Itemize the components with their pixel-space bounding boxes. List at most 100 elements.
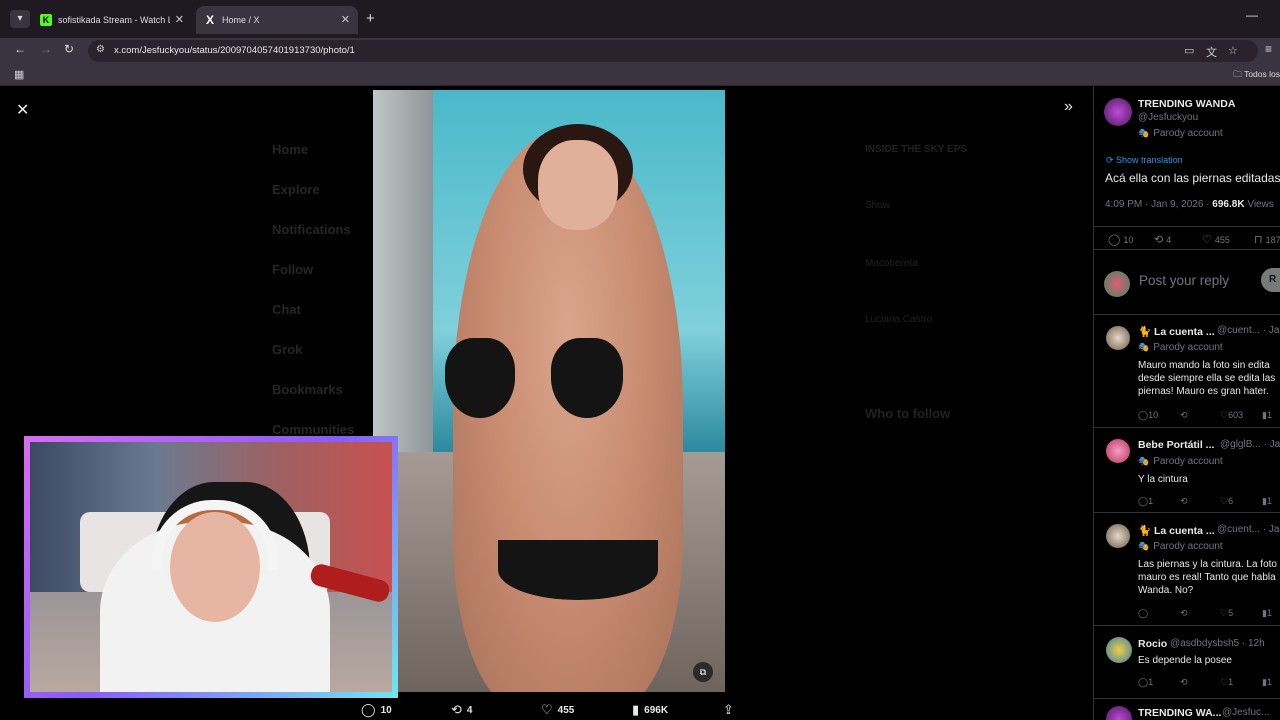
reply-repost-button[interactable]: ⟲	[1180, 608, 1188, 619]
reply-reply-button[interactable]: ◯	[1138, 608, 1148, 619]
like-count: 1	[1228, 677, 1234, 687]
like-stat[interactable]: ♡ 455	[1202, 233, 1230, 246]
close-icon[interactable]: ✕	[341, 13, 350, 26]
avatar[interactable]	[1106, 326, 1130, 350]
share-button[interactable]: ⇪	[723, 702, 739, 718]
photo-detail	[445, 338, 515, 418]
reply-like-button[interactable]: ♡ 5	[1220, 608, 1233, 619]
tab-search-icon[interactable]: ≡	[1265, 42, 1272, 56]
bg-sidebar-header: INSIDE THE SKY EPS	[865, 144, 968, 155]
reply-author-handle[interactable]: @glglB... · Ja	[1220, 439, 1280, 450]
star-icon[interactable]: ☆	[1228, 44, 1238, 57]
avatar[interactable]	[1106, 439, 1130, 463]
all-bookmarks-folder[interactable]: 🗀 Todos los	[1233, 69, 1280, 83]
reply-author-name[interactable]: TRENDING WA...	[1138, 707, 1221, 719]
reply-item[interactable]: 🐈 La cuenta ... @cuent... · Ja 🎭 Parody a…	[1094, 514, 1280, 626]
reply-author-name[interactable]: Rocio	[1138, 638, 1167, 650]
reply-author-handle[interactable]: @cuent... · Jan	[1217, 325, 1280, 336]
tab-kick-stream[interactable]: K sofistikada Stream - Watch Live ✕	[32, 6, 192, 34]
new-tab-icon[interactable]: +	[366, 10, 375, 27]
reply-count: 10	[1123, 235, 1134, 245]
reply-input[interactable]: Post your reply	[1139, 273, 1229, 288]
reply-author-name[interactable]: 🐈 La cuenta ...	[1138, 524, 1215, 537]
avatar[interactable]	[1104, 98, 1132, 126]
minimize-icon[interactable]: —	[1246, 8, 1258, 22]
reply-item[interactable]: 🐈 La cuenta ... @cuent... · Jan 🎭 Parody …	[1094, 316, 1280, 428]
share-icon: ⇪	[723, 702, 734, 717]
reply-reply-button[interactable]: ◯ 10	[1138, 410, 1158, 421]
parody-label: 🎭 Parody account	[1138, 342, 1223, 353]
reply-submit-button[interactable]: R	[1261, 268, 1280, 292]
reply-icon: ◯	[1108, 234, 1121, 246]
close-icon[interactable]: ✕	[16, 100, 29, 120]
bg-sidebar-item: Macobereta	[865, 258, 918, 269]
author-name[interactable]: TRENDING WANDA	[1138, 98, 1235, 110]
cast-icon[interactable]: ▭	[1184, 44, 1194, 57]
repost-stat[interactable]: ⟲ 4	[1154, 233, 1171, 246]
apps-grid-icon[interactable]: ▦	[14, 68, 24, 81]
reply-button[interactable]: ◯ 10	[361, 702, 392, 718]
repost-button[interactable]: ⟲ 4	[451, 702, 472, 718]
post-detail-panel: TRENDING WANDA @Jesfuckyou 🎭 Parody accou…	[1093, 86, 1280, 720]
expand-panel-icon[interactable]: »	[1064, 98, 1073, 116]
reply-author-name[interactable]: 🐈 La cuenta ...	[1138, 325, 1215, 338]
show-translation-link[interactable]: ⟳ Show translation	[1106, 155, 1183, 166]
reply-item[interactable]: Rocio @asdbdysbsh5 · 12h Es depende la p…	[1094, 627, 1280, 699]
post-photo[interactable]: ⧉	[373, 90, 725, 692]
views-button[interactable]: ▮ 696K	[632, 702, 668, 718]
tab-x-home[interactable]: X Home / X ✕	[196, 6, 358, 34]
reply-like-button[interactable]: ♡ 1	[1220, 677, 1233, 688]
reply-repost-button[interactable]: ⟲	[1180, 410, 1188, 421]
reply-views-button[interactable]: ▮ 1	[1262, 410, 1272, 421]
bg-who-to-follow: Who to follow	[865, 406, 951, 421]
translate-icon[interactable]: 文	[1206, 44, 1217, 60]
reload-icon[interactable]: ↻	[64, 42, 74, 56]
repost-icon: ⟲	[1154, 234, 1164, 246]
tab-list-button[interactable]: ▾	[10, 10, 30, 28]
reply-repost-button[interactable]: ⟲	[1180, 677, 1188, 688]
image-options-icon[interactable]: ⧉	[693, 662, 713, 682]
close-icon[interactable]: ✕	[175, 13, 184, 26]
reply-author-handle[interactable]: @cuent... · Ja	[1217, 524, 1279, 535]
reply-stat[interactable]: ◯ 10	[1108, 233, 1133, 246]
reply-icon: ◯	[361, 702, 376, 717]
parody-label: 🎭 Parody account	[1138, 128, 1223, 139]
reply-views-button[interactable]: ▮ 1	[1262, 496, 1272, 507]
reply-author-handle[interactable]: @asdbdysbsh5 · 12h	[1170, 638, 1265, 649]
x-logo-icon: X	[205, 13, 214, 27]
like-count: 455	[1214, 235, 1230, 245]
reply-item[interactable]: TRENDING WA... @Jesfuc...	[1094, 700, 1280, 720]
tab-title: Home / X	[222, 15, 260, 25]
forward-arrow-icon[interactable]: →	[40, 42, 52, 56]
address-bar[interactable]: ⚙ x.com/Jesfuckyou/status/20097040574019…	[88, 40, 1258, 62]
site-settings-icon[interactable]: ⚙	[96, 44, 105, 55]
post-timestamp[interactable]: 4:09 PM · Jan 9, 2026 ·	[1105, 199, 1210, 210]
avatar[interactable]	[1106, 637, 1132, 663]
tab-strip: ▾ K sofistikada Stream - Watch Live ✕ X …	[0, 0, 1280, 38]
reply-count: 1	[1148, 677, 1154, 687]
bookmark-stat[interactable]: ⊓ 187	[1254, 233, 1280, 246]
reply-author-handle[interactable]: @Jesfuc...	[1222, 707, 1269, 718]
bookmarks-folder-label: Todos los	[1244, 69, 1280, 79]
bg-nav-notifications: Notifications	[272, 222, 351, 237]
author-handle[interactable]: @Jesfuckyou	[1138, 112, 1198, 123]
post-stats-row: ◯ 10 ⟲ 4 ♡ 455 ⊓ 187	[1094, 226, 1280, 250]
reply-like-button[interactable]: ♡ 603	[1220, 410, 1243, 421]
reply-like-button[interactable]: ♡ 6	[1220, 496, 1233, 507]
reply-repost-button[interactable]: ⟲	[1180, 496, 1188, 507]
reply-views-button[interactable]: ▮ 1	[1262, 677, 1272, 688]
back-arrow-icon[interactable]: ←	[14, 42, 26, 56]
reply-views-button[interactable]: ▮ 1	[1262, 608, 1272, 619]
reply-author-name[interactable]: Bebe Portátil ...	[1138, 439, 1214, 451]
bg-nav-explore: Explore	[272, 182, 320, 197]
reply-item[interactable]: Bebe Portátil ... @glglB... · Ja 🎭 Parody…	[1094, 429, 1280, 513]
bg-nav-grok: Grok	[272, 342, 303, 357]
photo-detail	[551, 338, 623, 418]
avatar[interactable]	[1106, 706, 1132, 720]
url-text[interactable]: x.com/Jesfuckyou/status/2009704057401913…	[114, 45, 355, 56]
like-button[interactable]: ♡ 455	[541, 702, 574, 718]
avatar[interactable]	[1106, 524, 1130, 548]
reply-reply-button[interactable]: ◯ 1	[1138, 677, 1153, 688]
bg-sidebar-item: Show	[865, 200, 891, 211]
reply-reply-button[interactable]: ◯ 1	[1138, 496, 1153, 507]
